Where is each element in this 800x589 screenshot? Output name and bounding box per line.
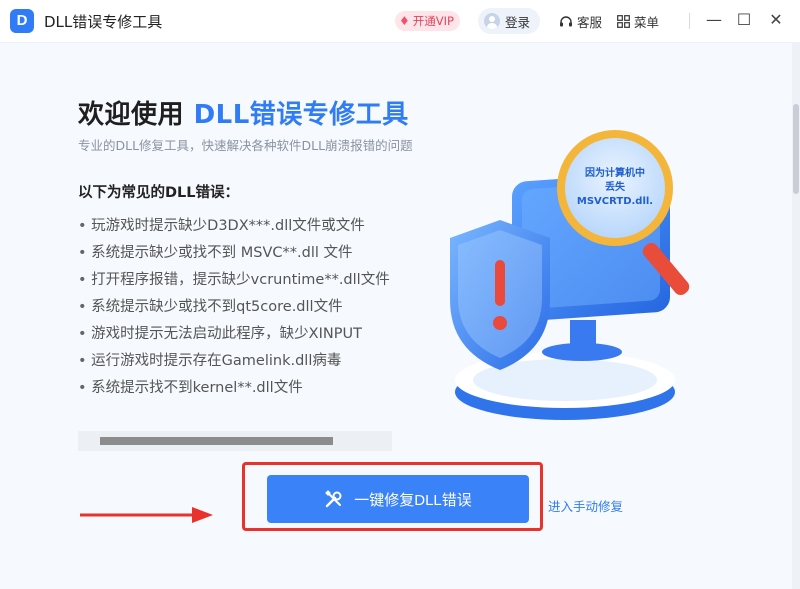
fix-button-label: 一键修复DLL错误 bbox=[354, 491, 472, 509]
scroll-ticker-track bbox=[78, 431, 392, 451]
customer-service-button[interactable]: 客服 bbox=[559, 12, 602, 31]
list-item: 系统提示缺少或找不到 MSVC**.dll 文件 bbox=[78, 240, 393, 267]
grid-menu-icon bbox=[617, 15, 630, 28]
maximize-icon[interactable]: ☐ bbox=[734, 10, 754, 29]
exclamation-bar bbox=[495, 260, 505, 306]
service-label: 客服 bbox=[577, 15, 603, 30]
app-logo: D bbox=[10, 9, 34, 33]
list-item: 打开程序报错，提示缺少vcruntime**.dll文件 bbox=[78, 267, 393, 294]
list-item: 运行游戏时提示存在Gamelink.dll病毒 bbox=[78, 348, 393, 375]
magnifier-text-1: 因为计算机中 bbox=[585, 166, 645, 179]
common-errors-list: 玩游戏时提示缺少D3DX***.dll文件或文件 系统提示缺少或找不到 MSVC… bbox=[78, 213, 393, 402]
close-icon[interactable]: ✕ bbox=[766, 10, 786, 29]
diamond-icon: ♦ bbox=[399, 14, 410, 28]
page-subtitle: 专业的DLL修复工具，快速解决各种软件DLL崩溃报错的问题 bbox=[78, 138, 413, 153]
list-item: 游戏时提示无法启动此程序，缺少XINPUT bbox=[78, 321, 393, 348]
titlebar-divider bbox=[689, 13, 690, 29]
title-prefix: 欢迎使用 bbox=[78, 100, 194, 130]
manual-repair-link[interactable]: 进入手动修复 bbox=[548, 496, 623, 515]
menu-label: 菜单 bbox=[634, 15, 660, 30]
login-label: 登录 bbox=[505, 14, 531, 30]
login-button[interactable]: 登录 bbox=[478, 8, 541, 34]
scroll-ticker-bar bbox=[100, 437, 333, 445]
monitor-foot bbox=[542, 343, 622, 361]
title-accent: DLL错误专修工具 bbox=[193, 100, 409, 130]
page-title: 欢迎使用 DLL错误专修工具 bbox=[78, 94, 409, 131]
list-item: 系统提示缺少或找不到qt5core.dll文件 bbox=[78, 294, 393, 321]
user-avatar-icon bbox=[484, 13, 500, 29]
minimize-icon[interactable]: — bbox=[704, 10, 724, 29]
one-click-fix-button[interactable]: 一键修复DLL错误 bbox=[267, 475, 529, 523]
vip-label: 开通VIP bbox=[412, 14, 454, 28]
dll-illustration: 因为计算机中 丢失 MSVCRTD.dll. bbox=[450, 130, 690, 420]
magnifier-text-3: MSVCRTD.dll. bbox=[577, 196, 653, 207]
exclamation-dot bbox=[493, 316, 507, 330]
headset-icon bbox=[560, 15, 572, 26]
magnifier-text-2: 丢失 bbox=[605, 180, 626, 193]
list-item: 玩游戏时提示缺少D3DX***.dll文件或文件 bbox=[78, 213, 393, 240]
app-title: DLL错误专修工具 bbox=[44, 13, 163, 31]
list-item: 系统提示找不到kernel**.dll文件 bbox=[78, 375, 393, 402]
scrollbar-thumb[interactable] bbox=[793, 104, 799, 194]
title-bar: D DLL错误专修工具 ♦ 开通VIP 登录 客服 菜单 — ☐ ✕ bbox=[0, 0, 800, 43]
vip-button[interactable]: ♦ 开通VIP bbox=[395, 11, 460, 31]
wrench-screwdriver-icon bbox=[325, 490, 342, 508]
scrollbar[interactable] bbox=[792, 42, 800, 589]
red-arrow-icon bbox=[80, 507, 213, 523]
common-errors-title: 以下为常见的DLL错误： bbox=[78, 185, 240, 201]
menu-button[interactable]: 菜单 bbox=[617, 12, 659, 31]
